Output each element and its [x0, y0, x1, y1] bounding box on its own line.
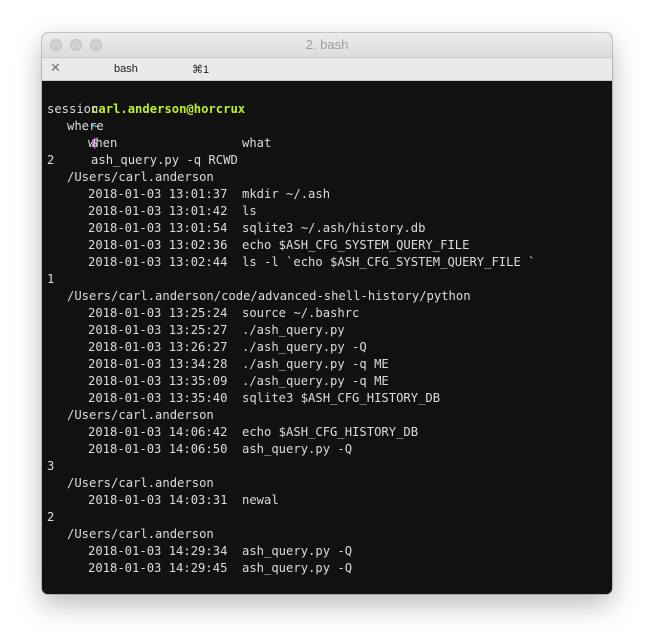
row-what: sqlite3 $ASH_CFG_HISTORY_DB	[242, 391, 441, 405]
row-when: 2018-01-03 13:01:54	[88, 221, 228, 235]
row-what: ./ash_query.py -Q	[242, 340, 367, 354]
header-what: what	[242, 136, 272, 150]
where-directory: /Users/carl.anderson	[67, 408, 214, 422]
prompt-user-host: carl.anderson@horcrux	[91, 102, 246, 116]
row-what: ./ash_query.py -q ME	[242, 357, 389, 371]
session-id: 1	[47, 272, 55, 286]
tab-shortcut: ⌘1	[192, 64, 210, 76]
history-row: 2018-01-03 13:34:28 ./ash_query.py -q ME	[47, 356, 612, 373]
row-what: sqlite3 ~/.ash/history.db	[242, 221, 426, 235]
row-what: echo $ASH_CFG_SYSTEM_QUERY_FILE	[242, 238, 470, 252]
row-what: ./ash_query.py -q ME	[242, 374, 389, 388]
row-when: 2018-01-03 13:35:09	[88, 374, 228, 388]
row-what: ls -l `echo $ASH_CFG_SYSTEM_QUERY_FILE `	[242, 255, 536, 269]
where-directory: /Users/carl.anderson	[67, 476, 214, 490]
row-when: 2018-01-03 13:25:24	[88, 306, 228, 320]
history-row: 2018-01-03 14:06:50 ash_query.py -Q	[47, 441, 612, 458]
row-what: newal	[242, 493, 279, 507]
history-row: 2018-01-03 14:29:45 ash_query.py -Q	[47, 560, 612, 577]
history-row: 2018-01-03 13:02:44 ls -l `echo $ASH_CFG_…	[47, 254, 612, 271]
title-bar[interactable]: 2. bash	[42, 33, 612, 58]
row-what: ash_query.py -Q	[242, 544, 353, 558]
row-when: 2018-01-03 13:35:40	[88, 391, 228, 405]
row-when: 2018-01-03 13:25:27	[88, 323, 228, 337]
row-what: source ~/.bashrc	[242, 306, 360, 320]
active-prompt-line[interactable]: carl.anderson@horcrux ~ $	[47, 577, 612, 594]
row-when: 2018-01-03 13:01:42	[88, 204, 228, 218]
row-when: 2018-01-03 13:02:36	[88, 238, 228, 252]
row-when: 2018-01-03 13:26:27	[88, 340, 228, 354]
row-when: 2018-01-03 13:02:44	[88, 255, 228, 269]
history-row: 2018-01-03 13:25:24 source ~/.bashrc	[47, 305, 612, 322]
history-row: 2018-01-03 13:01:42 ls	[47, 203, 612, 220]
tab-close-icon[interactable]: ✕	[50, 61, 61, 75]
tab-bar: ✕ bash ⌘1	[42, 58, 612, 81]
history-row: 2018-01-03 14:29:34 ash_query.py -Q	[47, 543, 612, 560]
terminal-output[interactable]: carl.anderson@horcrux ~ $ ash_query.py -…	[42, 81, 612, 594]
prompt-line: carl.anderson@horcrux ~ $ ash_query.py -…	[47, 84, 612, 167]
history-row: 2018-01-03 13:01:54 sqlite3 ~/.ash/histor…	[47, 220, 612, 237]
session-id: 3	[47, 459, 55, 473]
tab-label[interactable]: bash	[114, 63, 138, 75]
history-row: 2018-01-03 14:06:42 echo $ASH_CFG_HISTORY…	[47, 424, 612, 441]
header-when: when	[88, 136, 118, 150]
where-directory: /Users/carl.anderson	[67, 527, 214, 541]
row-what: mkdir ~/.ash	[242, 187, 331, 201]
row-when: 2018-01-03 14:06:42	[88, 425, 228, 439]
where-directory: /Users/carl.anderson/code/advanced-shell…	[67, 289, 471, 303]
session-id: 2	[47, 510, 55, 524]
row-when: 2018-01-03 14:06:50	[88, 442, 228, 456]
history-row: 2018-01-03 13:02:36 echo $ASH_CFG_SYSTEM_…	[47, 237, 612, 254]
where-directory: /Users/carl.anderson	[67, 170, 214, 184]
history-row: 2018-01-03 14:03:31 newal	[47, 492, 612, 509]
row-when: 2018-01-03 13:01:37	[88, 187, 228, 201]
row-what: echo $ASH_CFG_HISTORY_DB	[242, 425, 419, 439]
history-results: 2/Users/carl.anderson 2018-01-03 13:01:37…	[47, 152, 612, 577]
history-row: 2018-01-03 13:26:27 ./ash_query.py -Q	[47, 339, 612, 356]
history-row: 2018-01-03 13:35:40 sqlite3 $ASH_CFG_HIST…	[47, 390, 612, 407]
row-what: ./ash_query.py	[242, 323, 345, 337]
row-when: 2018-01-03 13:34:28	[88, 357, 228, 371]
history-row: 2018-01-03 13:35:09 ./ash_query.py -q ME	[47, 373, 612, 390]
terminal-window: 2. bash ✕ bash ⌘1 carl.anderson@horcrux …	[42, 33, 612, 594]
row-what: ash_query.py -Q	[242, 442, 353, 456]
row-when: 2018-01-03 14:03:31	[88, 493, 228, 507]
row-when: 2018-01-03 14:29:45	[88, 561, 228, 575]
header-where: where	[67, 119, 104, 133]
command-text: ash_query.py -q RCWD	[91, 153, 238, 167]
header-columns: when what	[47, 135, 612, 152]
history-row: 2018-01-03 13:25:27 ./ash_query.py	[47, 322, 612, 339]
row-what: ls	[242, 204, 257, 218]
window-title: 2. bash	[305, 37, 349, 52]
history-row: 2018-01-03 13:01:37 mkdir ~/.ash	[47, 186, 612, 203]
row-when: 2018-01-03 14:29:34	[88, 544, 228, 558]
row-what: ash_query.py -Q	[242, 561, 353, 575]
